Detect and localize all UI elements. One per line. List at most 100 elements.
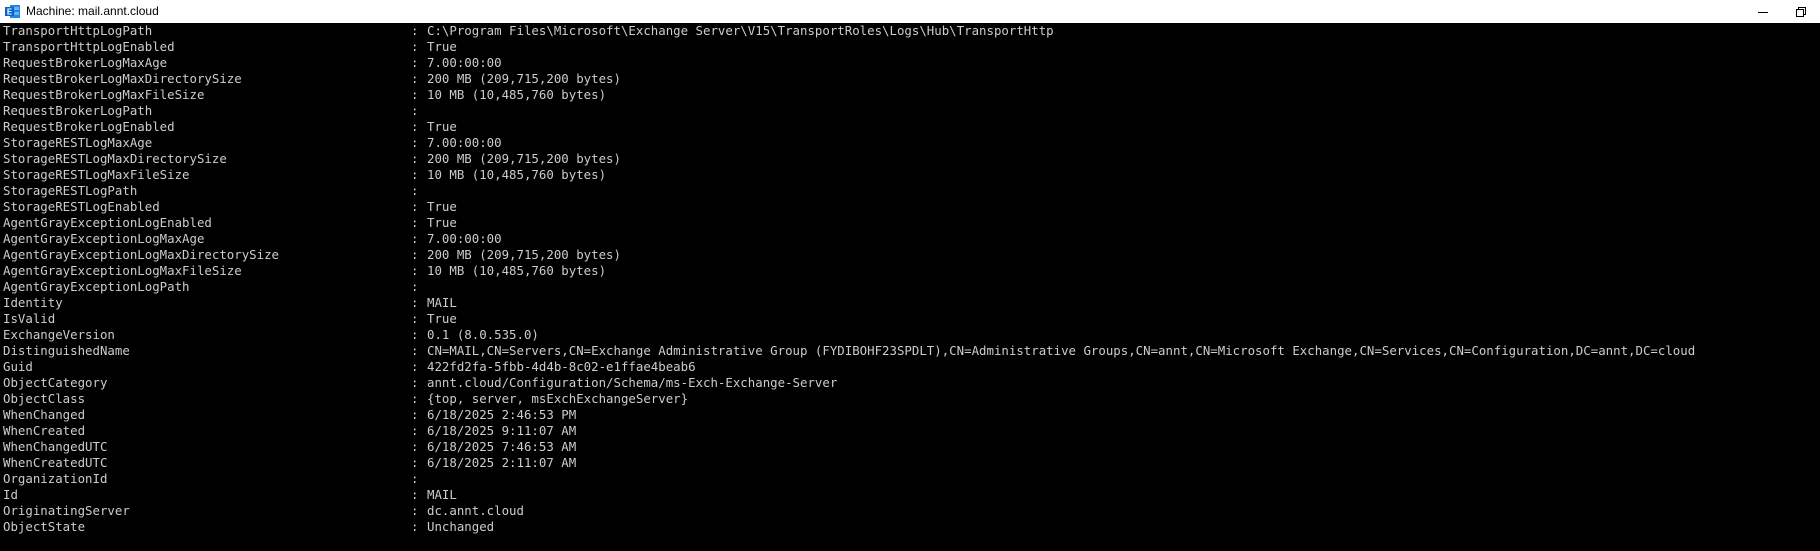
property-separator: : — [411, 503, 419, 518]
property-separator: : — [411, 247, 419, 262]
property-separator: : — [411, 375, 419, 390]
console-line: TransportHttpLogPath: C:\Program Files\Mi… — [0, 23, 1820, 39]
restore-button[interactable] — [1782, 0, 1820, 23]
property-value: C:\Program Files\Microsoft\Exchange Serv… — [427, 23, 1054, 38]
console-line: StorageRESTLogEnabled: True — [0, 199, 1820, 215]
console-line: RequestBrokerLogEnabled: True — [0, 119, 1820, 135]
property-name: WhenCreatedUTC — [3, 455, 108, 470]
property-separator: : — [411, 103, 419, 118]
property-name: Identity — [3, 295, 63, 310]
console-line: WhenCreated:6/18/2025 9:11:07 AM — [0, 423, 1820, 439]
property-separator: : — [411, 183, 419, 198]
console-line: WhenChanged:6/18/2025 2:46:53 PM — [0, 407, 1820, 423]
property-name: RequestBrokerLogMaxFileSize — [3, 87, 205, 102]
console-line: AgentGrayExceptionLogPath: — [0, 279, 1820, 295]
property-separator: : — [411, 471, 419, 486]
property-name: WhenChanged — [3, 407, 86, 422]
property-value: annt.cloud/Configuration/Schema/ms-Exch-… — [427, 375, 838, 390]
property-name: IsValid — [3, 311, 56, 326]
property-value: True — [427, 199, 457, 214]
property-value: 200 MB (209,715,200 bytes) — [427, 151, 621, 166]
minimize-button[interactable] — [1744, 0, 1782, 23]
console-line: StorageRESTLogPath: — [0, 183, 1820, 199]
property-name: ExchangeVersion — [3, 327, 115, 342]
property-name: OriginatingServer — [3, 503, 130, 518]
property-name: StorageRESTLogPath — [3, 183, 138, 198]
console-line: AgentGrayExceptionLogMaxDirectorySize:20… — [0, 247, 1820, 263]
property-separator: : — [411, 135, 419, 150]
console-line: OriginatingServer: dc.annt.cloud — [0, 503, 1820, 519]
console-line: RequestBrokerLogMaxDirectorySize:200 MB … — [0, 71, 1820, 87]
console-line: ObjectState: Unchanged — [0, 519, 1820, 535]
property-separator: : — [411, 439, 419, 454]
restore-icon — [1796, 6, 1806, 17]
console-output[interactable]: TransportHttpLogPath: C:\Program Files\Mi… — [0, 23, 1820, 551]
property-separator: : — [411, 215, 419, 230]
property-value: 10 MB (10,485,760 bytes) — [427, 87, 607, 102]
property-separator: : — [411, 87, 419, 102]
property-separator: : — [411, 119, 419, 134]
console-line: AgentGrayExceptionLogMaxAge:7.00:00:00 — [0, 231, 1820, 247]
property-separator: : — [411, 311, 419, 326]
property-value: 6/18/2025 7:46:53 AM — [427, 439, 577, 454]
console-line: Identity: MAIL — [0, 295, 1820, 311]
property-name: RequestBrokerLogPath — [3, 103, 153, 118]
console-line: DistinguishedName: CN=MAIL,CN=Servers,CN=… — [0, 343, 1820, 359]
property-value: 422fd2fa-5fbb-4d4b-8c02-e1ffae4beab6 — [427, 359, 696, 374]
property-name: ObjectCategory — [3, 375, 108, 390]
property-value: True — [427, 119, 457, 134]
property-value: 6/18/2025 2:46:53 PM — [427, 407, 577, 422]
title-bar[interactable]: E Machine: mail.annt.cloud — [0, 0, 1820, 23]
property-separator: : — [411, 55, 419, 70]
property-name: AgentGrayExceptionLogPath — [3, 279, 190, 294]
console-line: TransportHttpLogEnabled: True — [0, 39, 1820, 55]
property-separator: : — [411, 295, 419, 310]
property-value: 200 MB (209,715,200 bytes) — [427, 247, 621, 262]
property-value: 7.00:00:00 — [427, 231, 502, 246]
svg-text:E: E — [7, 8, 13, 17]
property-value: 200 MB (209,715,200 bytes) — [427, 71, 621, 86]
property-value: CN=MAIL,CN=Servers,CN=Exchange Administr… — [427, 343, 1696, 358]
property-value: 6/18/2025 9:11:07 AM — [427, 423, 577, 438]
property-name: TransportHttpLogEnabled — [3, 39, 175, 54]
console-window: E Machine: mail.annt.cloud TransportHttp… — [0, 0, 1820, 551]
property-name: StorageRESTLogMaxDirectorySize — [3, 151, 227, 166]
property-name: StorageRESTLogEnabled — [3, 199, 160, 214]
console-line: RequestBrokerLogMaxFileSize:10 MB (10,48… — [0, 87, 1820, 103]
console-line: ExchangeVersion:0.1 (8.0.535.0) — [0, 327, 1820, 343]
property-separator: : — [411, 199, 419, 214]
property-name: WhenCreated — [3, 423, 86, 438]
property-name: RequestBrokerLogEnabled — [3, 119, 175, 134]
console-line: WhenCreatedUTC:6/18/2025 2:11:07 AM — [0, 455, 1820, 471]
property-separator: : — [411, 151, 419, 166]
property-separator: : — [411, 167, 419, 182]
property-separator: : — [411, 455, 419, 470]
property-separator: : — [411, 391, 419, 406]
property-value: dc.annt.cloud — [427, 503, 524, 518]
property-separator: : — [411, 407, 419, 422]
property-value: True — [427, 39, 457, 54]
console-line: IsValid: True — [0, 311, 1820, 327]
property-separator: : — [411, 487, 419, 502]
property-separator: : — [411, 263, 419, 278]
property-name: StorageRESTLogMaxFileSize — [3, 167, 190, 182]
property-value: Unchanged — [427, 519, 495, 534]
property-name: AgentGrayExceptionLogMaxFileSize — [3, 263, 242, 278]
property-value: 7.00:00:00 — [427, 55, 502, 70]
console-line: Id: MAIL — [0, 487, 1820, 503]
property-name: ObjectState — [3, 519, 86, 534]
console-line: Guid:422fd2fa-5fbb-4d4b-8c02-e1ffae4beab… — [0, 359, 1820, 375]
console-line: ObjectClass: {top, server, msExchExchange… — [0, 391, 1820, 407]
minimize-icon — [1758, 11, 1768, 13]
property-separator: : — [411, 71, 419, 86]
exchange-app-icon: E — [5, 5, 20, 18]
property-value: 0.1 (8.0.535.0) — [427, 327, 539, 342]
console-line: OrganizationId: — [0, 471, 1820, 487]
property-separator: : — [411, 279, 419, 294]
console-line: RequestBrokerLogMaxAge:7.00:00:00 — [0, 55, 1820, 71]
console-line: AgentGrayExceptionLogEnabled: True — [0, 215, 1820, 231]
window-title: Machine: mail.annt.cloud — [26, 4, 159, 18]
property-separator: : — [411, 423, 419, 438]
console-line: StorageRESTLogMaxAge:7.00:00:00 — [0, 135, 1820, 151]
property-name: ObjectClass — [3, 391, 86, 406]
